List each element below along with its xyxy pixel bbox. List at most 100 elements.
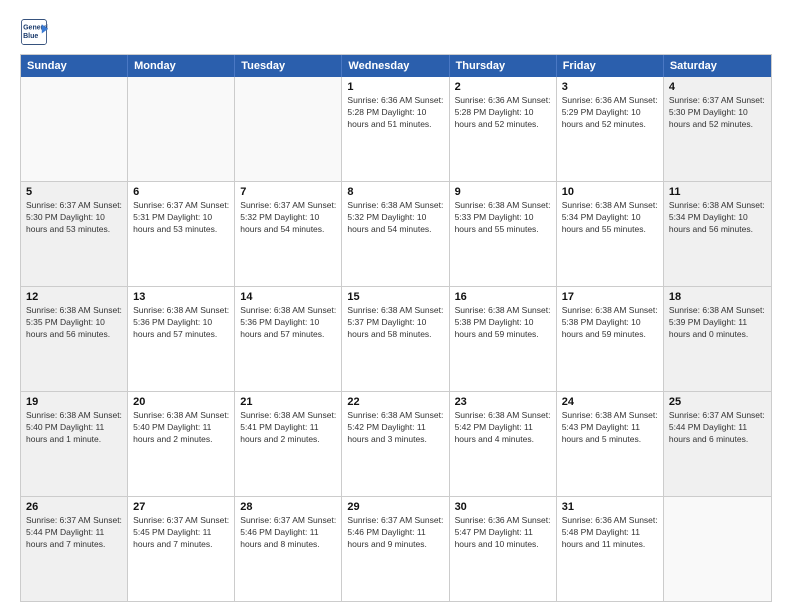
day-info: Sunrise: 6:38 AM Sunset: 5:43 PM Dayligh… — [562, 410, 658, 446]
cal-header-wednesday: Wednesday — [342, 55, 449, 77]
day-info: Sunrise: 6:38 AM Sunset: 5:42 PM Dayligh… — [455, 410, 551, 446]
day-number: 16 — [455, 291, 551, 303]
day-number: 5 — [26, 186, 122, 198]
cal-cell-w3-d5: 16 Sunrise: 6:38 AM Sunset: 5:38 PM Dayli… — [450, 287, 557, 391]
cal-header-thursday: Thursday — [450, 55, 557, 77]
day-number: 3 — [562, 81, 658, 93]
day-info: Sunrise: 6:38 AM Sunset: 5:42 PM Dayligh… — [347, 410, 443, 446]
calendar-body: 1 Sunrise: 6:36 AM Sunset: 5:28 PM Daylig… — [21, 77, 771, 601]
day-number: 1 — [347, 81, 443, 93]
cal-cell-w5-d4: 29Sunrise: 6:37 AM Sunset: 5:46 PM Dayli… — [342, 497, 449, 601]
day-number: 7 — [240, 186, 336, 198]
calendar: SundayMondayTuesdayWednesdayThursdayFrid… — [20, 54, 772, 602]
day-number: 27 — [133, 501, 229, 513]
day-info: Sunrise: 6:37 AM Sunset: 5:44 PM Dayligh… — [26, 515, 122, 551]
day-info: Sunrise: 6:36 AM Sunset: 5:29 PM Dayligh… — [562, 95, 658, 131]
day-info: Sunrise: 6:38 AM Sunset: 5:38 PM Dayligh… — [562, 305, 658, 341]
day-info: Sunrise: 6:38 AM Sunset: 5:39 PM Dayligh… — [669, 305, 766, 341]
cal-header-saturday: Saturday — [664, 55, 771, 77]
cal-cell-w3-d1: 12 Sunrise: 6:38 AM Sunset: 5:35 PM Dayli… — [21, 287, 128, 391]
cal-cell-w1-d5: 2 Sunrise: 6:36 AM Sunset: 5:28 PM Daylig… — [450, 77, 557, 181]
cal-cell-w5-d3: 28 Sunrise: 6:37 AM Sunset: 5:46 PM Dayli… — [235, 497, 342, 601]
cal-cell-w4-d7: 25 Sunrise: 6:37 AM Sunset: 5:44 PM Dayli… — [664, 392, 771, 496]
day-number: 13 — [133, 291, 229, 303]
logo: General Blue — [20, 18, 52, 46]
day-number: 14 — [240, 291, 336, 303]
day-info: Sunrise: 6:37 AM Sunset: 5:30 PM Dayligh… — [26, 200, 122, 236]
day-info: Sunrise: 6:37 AM Sunset: 5:32 PM Dayligh… — [240, 200, 336, 236]
day-info: Sunrise: 6:36 AM Sunset: 5:47 PM Dayligh… — [455, 515, 551, 551]
cal-week-2: 5 Sunrise: 6:37 AM Sunset: 5:30 PM Daylig… — [21, 182, 771, 287]
day-number: 10 — [562, 186, 658, 198]
day-number: 21 — [240, 396, 336, 408]
day-number: 28 — [240, 501, 336, 513]
svg-text:Blue: Blue — [23, 33, 38, 40]
day-number: 22 — [347, 396, 443, 408]
cal-cell-w4-d3: 21 Sunrise: 6:38 AM Sunset: 5:41 PM Dayli… — [235, 392, 342, 496]
cal-cell-w5-d1: 26 Sunrise: 6:37 AM Sunset: 5:44 PM Dayli… — [21, 497, 128, 601]
day-number: 11 — [669, 186, 766, 198]
day-info: Sunrise: 6:36 AM Sunset: 5:28 PM Dayligh… — [455, 95, 551, 131]
header: General Blue — [20, 18, 772, 46]
day-info: Sunrise: 6:37 AM Sunset: 5:46 PM Dayligh… — [240, 515, 336, 551]
day-info: Sunrise: 6:37 AM Sunset: 5:31 PM Dayligh… — [133, 200, 229, 236]
day-info: Sunrise: 6:37 AM Sunset: 5:44 PM Dayligh… — [669, 410, 766, 446]
day-info: Sunrise: 6:38 AM Sunset: 5:32 PM Dayligh… — [347, 200, 443, 236]
logo-icon: General Blue — [20, 18, 48, 46]
cal-cell-w2-d6: 10 Sunrise: 6:38 AM Sunset: 5:34 PM Dayli… — [557, 182, 664, 286]
day-number: 12 — [26, 291, 122, 303]
cal-cell-w4-d6: 24 Sunrise: 6:38 AM Sunset: 5:43 PM Dayli… — [557, 392, 664, 496]
cal-cell-w5-d5: 30Sunrise: 6:36 AM Sunset: 5:47 PM Dayli… — [450, 497, 557, 601]
cal-header-tuesday: Tuesday — [235, 55, 342, 77]
cal-cell-w4-d5: 23 Sunrise: 6:38 AM Sunset: 5:42 PM Dayli… — [450, 392, 557, 496]
cal-cell-w3-d2: 13Sunrise: 6:38 AM Sunset: 5:36 PM Dayli… — [128, 287, 235, 391]
cal-cell-w1-d6: 3 Sunrise: 6:36 AM Sunset: 5:29 PM Daylig… — [557, 77, 664, 181]
day-number: 31 — [562, 501, 658, 513]
day-info: Sunrise: 6:38 AM Sunset: 5:40 PM Dayligh… — [26, 410, 122, 446]
day-info: Sunrise: 6:37 AM Sunset: 5:46 PM Dayligh… — [347, 515, 443, 551]
cal-cell-w3-d6: 17 Sunrise: 6:38 AM Sunset: 5:38 PM Dayli… — [557, 287, 664, 391]
cal-cell-w5-d2: 27 Sunrise: 6:37 AM Sunset: 5:45 PM Dayli… — [128, 497, 235, 601]
cal-cell-w4-d2: 20 Sunrise: 6:38 AM Sunset: 5:40 PM Dayli… — [128, 392, 235, 496]
cal-cell-w1-d4: 1 Sunrise: 6:36 AM Sunset: 5:28 PM Daylig… — [342, 77, 449, 181]
day-number: 24 — [562, 396, 658, 408]
day-number: 19 — [26, 396, 122, 408]
day-number: 20 — [133, 396, 229, 408]
day-number: 23 — [455, 396, 551, 408]
cal-cell-w2-d3: 7 Sunrise: 6:37 AM Sunset: 5:32 PM Daylig… — [235, 182, 342, 286]
day-number: 2 — [455, 81, 551, 93]
day-number: 25 — [669, 396, 766, 408]
day-info: Sunrise: 6:37 AM Sunset: 5:45 PM Dayligh… — [133, 515, 229, 551]
cal-week-4: 19 Sunrise: 6:38 AM Sunset: 5:40 PM Dayli… — [21, 392, 771, 497]
day-info: Sunrise: 6:38 AM Sunset: 5:35 PM Dayligh… — [26, 305, 122, 341]
cal-header-sunday: Sunday — [21, 55, 128, 77]
day-info: Sunrise: 6:38 AM Sunset: 5:38 PM Dayligh… — [455, 305, 551, 341]
cal-cell-w3-d4: 15Sunrise: 6:38 AM Sunset: 5:37 PM Dayli… — [342, 287, 449, 391]
day-number: 18 — [669, 291, 766, 303]
day-info: Sunrise: 6:38 AM Sunset: 5:41 PM Dayligh… — [240, 410, 336, 446]
cal-cell-w4-d4: 22 Sunrise: 6:38 AM Sunset: 5:42 PM Dayli… — [342, 392, 449, 496]
cal-cell-w2-d7: 11Sunrise: 6:38 AM Sunset: 5:34 PM Dayli… — [664, 182, 771, 286]
cal-cell-w2-d4: 8 Sunrise: 6:38 AM Sunset: 5:32 PM Daylig… — [342, 182, 449, 286]
day-number: 4 — [669, 81, 766, 93]
page: General Blue SundayMondayTuesdayWednesda… — [0, 0, 792, 612]
day-number: 17 — [562, 291, 658, 303]
day-number: 26 — [26, 501, 122, 513]
cal-cell-w3-d3: 14Sunrise: 6:38 AM Sunset: 5:36 PM Dayli… — [235, 287, 342, 391]
day-info: Sunrise: 6:38 AM Sunset: 5:34 PM Dayligh… — [562, 200, 658, 236]
day-info: Sunrise: 6:38 AM Sunset: 5:33 PM Dayligh… — [455, 200, 551, 236]
cal-header-friday: Friday — [557, 55, 664, 77]
day-number: 8 — [347, 186, 443, 198]
cal-week-5: 26 Sunrise: 6:37 AM Sunset: 5:44 PM Dayli… — [21, 497, 771, 601]
day-number: 9 — [455, 186, 551, 198]
day-info: Sunrise: 6:37 AM Sunset: 5:30 PM Dayligh… — [669, 95, 766, 131]
cal-cell-w1-d3 — [235, 77, 342, 181]
cal-week-1: 1 Sunrise: 6:36 AM Sunset: 5:28 PM Daylig… — [21, 77, 771, 182]
day-info: Sunrise: 6:38 AM Sunset: 5:40 PM Dayligh… — [133, 410, 229, 446]
calendar-header-row: SundayMondayTuesdayWednesdayThursdayFrid… — [21, 55, 771, 77]
cal-cell-w3-d7: 18 Sunrise: 6:38 AM Sunset: 5:39 PM Dayli… — [664, 287, 771, 391]
cal-cell-w1-d1 — [21, 77, 128, 181]
cal-cell-w4-d1: 19 Sunrise: 6:38 AM Sunset: 5:40 PM Dayli… — [21, 392, 128, 496]
day-info: Sunrise: 6:36 AM Sunset: 5:28 PM Dayligh… — [347, 95, 443, 131]
day-number: 15 — [347, 291, 443, 303]
